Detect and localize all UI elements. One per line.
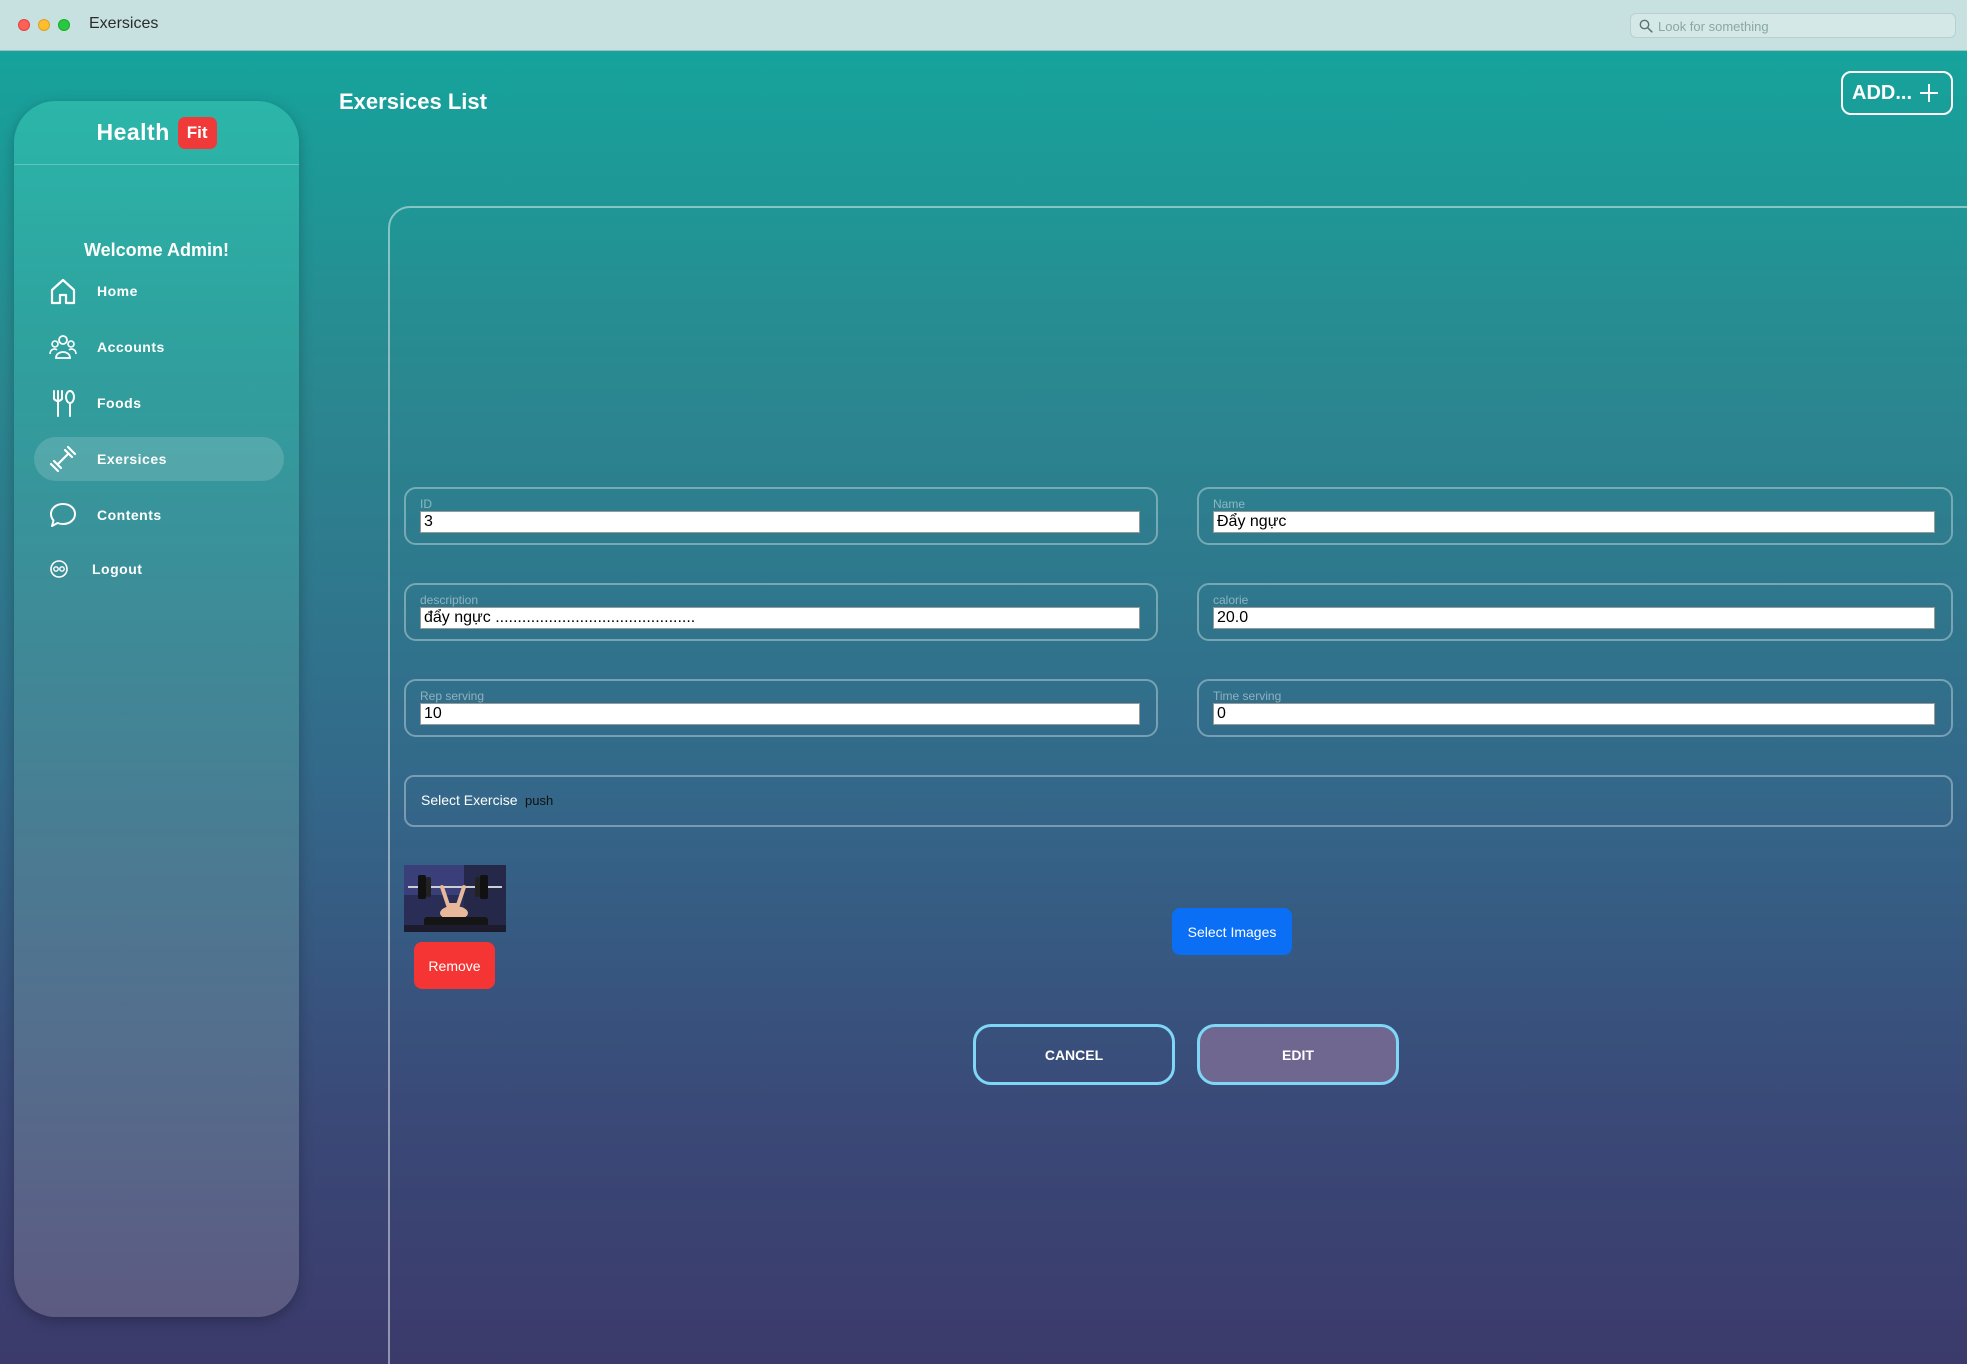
time-serving-field: Time serving: [1197, 679, 1953, 737]
home-icon: [50, 278, 76, 305]
sidebar-item-label: Home: [97, 283, 138, 299]
id-field: ID: [404, 487, 1158, 545]
id-input[interactable]: [420, 511, 1140, 533]
welcome-text: Welcome Admin!: [83, 240, 230, 260]
add-button[interactable]: ADD...: [1841, 71, 1953, 115]
title-bar: Exersices: [0, 0, 1967, 51]
close-window-button[interactable]: [18, 19, 30, 31]
add-button-label: ADD...: [1852, 81, 1912, 104]
select-exercise-value: push: [525, 793, 554, 808]
sidebar-item-foods[interactable]: Foods: [34, 381, 284, 425]
calorie-input[interactable]: [1213, 607, 1935, 629]
sidebar-item-exersices[interactable]: Exersices: [34, 437, 284, 481]
name-field: Name: [1197, 487, 1953, 545]
search-box[interactable]: [1630, 13, 1956, 38]
window-title: Exersices: [89, 15, 159, 32]
plus-icon: [1920, 84, 1938, 102]
select-images-button[interactable]: Select Images: [1172, 908, 1292, 955]
sidebar-item-label: Foods: [97, 395, 142, 411]
brand-badge: Fit: [177, 116, 217, 149]
edit-button[interactable]: EDIT: [1197, 1024, 1399, 1085]
dumbbell-icon: [49, 445, 77, 473]
sidebar-item-home[interactable]: Home: [34, 269, 284, 313]
search-icon: [1639, 19, 1653, 33]
fork-knife-icon: [53, 390, 75, 417]
logout-icon: [50, 560, 68, 578]
brand-name: Health: [96, 119, 170, 145]
exercise-image-thumbnail: [404, 865, 506, 932]
cancel-button[interactable]: CANCEL: [973, 1024, 1175, 1085]
select-exercise-label: Select Exercise: [421, 792, 518, 808]
page-title: Exersices List: [339, 89, 487, 114]
maximize-window-button[interactable]: [58, 19, 70, 31]
name-label: Name: [1213, 497, 1246, 511]
sidebar-item-label: Contents: [97, 507, 162, 523]
time-serving-label: Time serving: [1213, 689, 1282, 703]
sidebar-item-label: Accounts: [97, 339, 165, 355]
rep-serving-field: Rep serving: [404, 679, 1158, 737]
calorie-label: calorie: [1213, 593, 1249, 607]
time-serving-input[interactable]: [1213, 703, 1935, 725]
chat-bubble-icon: [50, 503, 76, 527]
name-input[interactable]: [1213, 511, 1935, 533]
sidebar-item-label: Exersices: [97, 451, 167, 467]
sidebar-item-logout[interactable]: Logout: [34, 547, 284, 591]
brand-logo: Health Fit: [14, 101, 299, 165]
remove-image-button[interactable]: Remove: [414, 942, 495, 989]
bench-press-image: [404, 865, 506, 932]
rep-serving-label: Rep serving: [420, 689, 485, 703]
main-content: Health Fit Welcome Admin! Home Accounts: [0, 51, 1967, 1364]
calorie-field: calorie: [1197, 583, 1953, 641]
rep-serving-input[interactable]: [420, 703, 1140, 725]
id-label: ID: [420, 497, 432, 511]
accounts-icon: [49, 335, 77, 359]
sidebar-item-label: Logout: [92, 561, 143, 577]
minimize-window-button[interactable]: [38, 19, 50, 31]
sidebar: Health Fit Welcome Admin! Home Accounts: [14, 101, 299, 1317]
description-label: description: [420, 593, 479, 607]
select-exercise-dropdown[interactable]: Select Exercise push: [404, 775, 1953, 827]
description-input[interactable]: [420, 607, 1140, 629]
sidebar-item-contents[interactable]: Contents: [34, 493, 284, 537]
description-field: description: [404, 583, 1158, 641]
search-input[interactable]: [1658, 16, 1948, 36]
sidebar-item-accounts[interactable]: Accounts: [34, 325, 284, 369]
